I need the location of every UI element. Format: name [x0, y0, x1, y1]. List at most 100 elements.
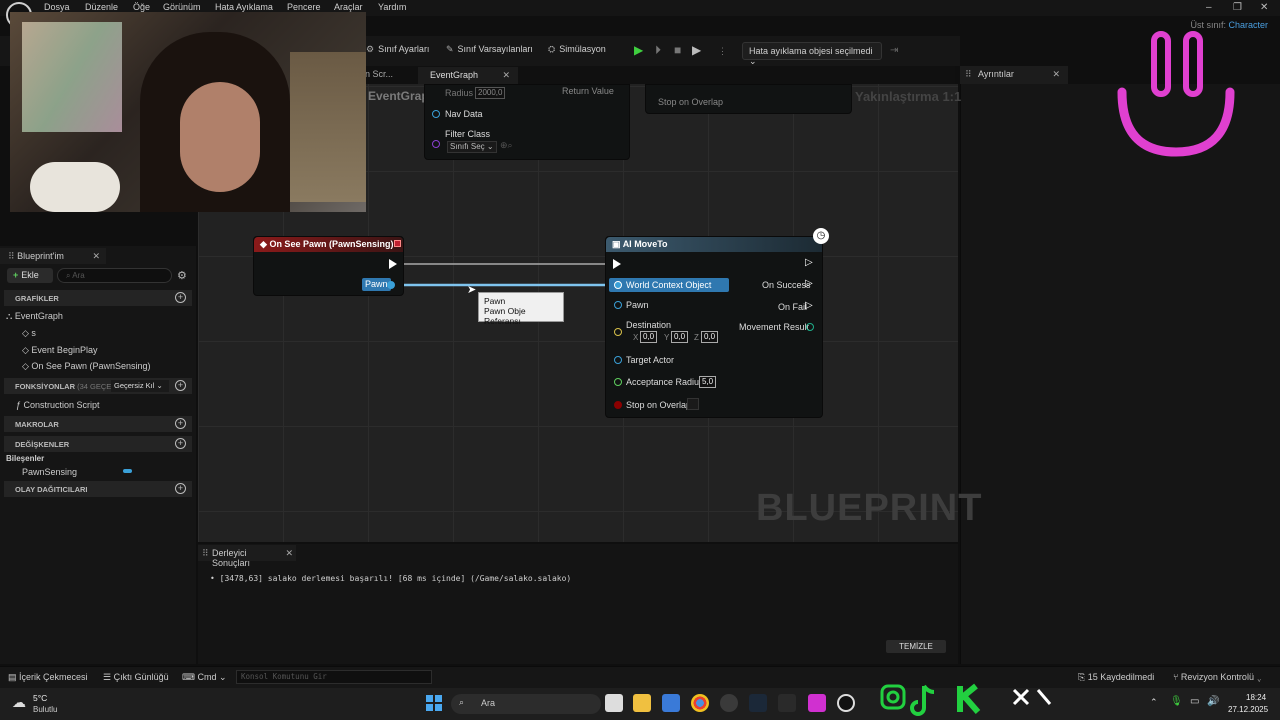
on-fail-label: On Fail — [778, 302, 808, 312]
app-icon[interactable] — [808, 694, 826, 712]
acceptance-radius-label: Acceptance Radius — [626, 377, 704, 387]
clock-time[interactable]: 18:24 — [1246, 693, 1266, 702]
add-function-icon[interactable]: + — [175, 380, 186, 391]
destination-label: Destination — [626, 320, 672, 330]
clear-button[interactable]: TEMİZLE — [886, 640, 946, 653]
content-drawer-button[interactable]: ▤ İçerik Çekmecesi — [8, 672, 88, 683]
unsaved-button[interactable]: ⎘ 15 Kaydedilmedi — [1078, 672, 1154, 683]
revision-control-button[interactable]: ⑂ Revizyon Kontrolü ⌄ — [1173, 672, 1262, 682]
section-variables[interactable]: DEĞİŞKENLER + — [4, 436, 192, 452]
mouse-cursor-icon: ➤ — [467, 284, 477, 296]
latent-clock-icon: ◷ — [813, 228, 829, 244]
compiler-tab-icon: ⠿ — [202, 548, 209, 558]
destination-z-field[interactable]: 0,0 — [701, 331, 719, 343]
on-fail-pin[interactable]: ▷ — [805, 300, 813, 311]
tray-chevron-icon[interactable]: ⌃ — [1150, 697, 1158, 708]
drawer-icon: ▤ — [8, 672, 20, 682]
on-success-pin[interactable]: ▷ — [805, 278, 813, 289]
pawn-input-pin[interactable] — [614, 301, 622, 309]
store-icon[interactable] — [662, 694, 680, 712]
taskbar-search[interactable]: ⌕ Ara — [451, 694, 601, 714]
add-macro-icon[interactable]: + — [175, 418, 186, 429]
acceptance-radius-field[interactable]: 5,0 — [699, 376, 717, 388]
add-variable-icon[interactable]: + — [175, 438, 186, 449]
person-face — [180, 82, 260, 192]
construction-script-label: Construction Script — [23, 400, 100, 410]
tab-my-blueprint-label: Blueprint'im — [17, 251, 64, 261]
add-button[interactable]: + Ekle — [7, 268, 53, 283]
tab-compiler-results[interactable]: ⠿ Derleyici Sonuçları ✕ — [198, 545, 296, 568]
destination-x-field[interactable]: 0,0 — [640, 331, 658, 343]
windows-start-icon[interactable] — [426, 695, 442, 711]
console-input[interactable]: Konsol Komutunu Gir — [236, 670, 432, 684]
weather-cloud-icon[interactable]: ☁ — [12, 694, 26, 711]
event-beginplay-item[interactable]: ◇ Event BeginPlay — [22, 345, 97, 356]
close-my-blueprint-icon[interactable]: ✕ — [92, 251, 100, 262]
acceptance-radius-pin[interactable] — [614, 378, 622, 386]
add-dispatcher-icon[interactable]: + — [175, 483, 186, 494]
log-icon: ☰ — [103, 672, 114, 682]
compiler-results-panel — [198, 544, 958, 664]
destination-y-field[interactable]: 0,0 — [671, 331, 689, 343]
event-dispatchers-header: OLAY DAĞITICILARI — [15, 485, 88, 494]
pawn-output-pin[interactable] — [387, 281, 395, 289]
epic-games-icon[interactable] — [778, 694, 796, 712]
tab-my-blueprint[interactable]: ⠿ Blueprint'im ✕ — [0, 248, 106, 264]
override-function-dropdown[interactable]: Geçersiz Kıl ⌄ — [111, 380, 169, 392]
event-diamond-icon: ◆ — [260, 239, 267, 249]
file-explorer-icon[interactable] — [633, 694, 651, 712]
delegate-pin-icon[interactable] — [394, 240, 401, 247]
obs-icon[interactable] — [720, 694, 738, 712]
eventgraph-item-label: EventGraph — [14, 311, 63, 321]
close-compiler-icon[interactable]: ✕ — [285, 548, 293, 559]
search-icon: ⌕ — [459, 697, 465, 707]
blueprint-search-input[interactable]: ⌕ Ara — [57, 268, 172, 283]
event-icon: ◇ — [22, 328, 32, 338]
section-event-dispatchers[interactable]: OLAY DAĞITICILARI + — [4, 481, 192, 497]
kick-icon — [957, 683, 981, 714]
volume-icon[interactable]: 🔊 — [1207, 696, 1219, 707]
ai-moveto-header: ▣ AI MoveTo — [606, 237, 822, 252]
compiler-message: • [3478,63] salako derlemesi başarılı! [… — [210, 574, 571, 583]
section-graphs[interactable]: GRAFİKLER + — [4, 290, 192, 306]
settings-gear-icon[interactable]: ⚙ — [177, 269, 187, 282]
stop-overlap-pin[interactable] — [614, 401, 622, 409]
add-graph-icon[interactable]: + — [175, 292, 186, 303]
cmd-dropdown[interactable]: ⌨ Cmd ⌄ — [182, 672, 227, 683]
chrome-icon[interactable] — [691, 694, 709, 712]
construction-script-item[interactable]: ƒ Construction Script — [16, 400, 100, 410]
moveto-exec-out-pin[interactable]: ▷ — [805, 257, 813, 268]
taskbar-search-label: Ara — [481, 698, 496, 708]
output-log-button[interactable]: ☰ Çıktı Günlüğü — [103, 672, 169, 683]
world-context-label: World Context Object — [626, 280, 712, 290]
task-view-icon[interactable] — [605, 694, 623, 712]
target-actor-pin[interactable] — [614, 356, 622, 364]
terminal-icon: ⌨ — [182, 672, 198, 682]
world-context-pin[interactable] — [614, 281, 622, 289]
compiler-tab-label: Derleyici Sonuçları — [212, 548, 251, 568]
components-header[interactable]: Bileşenler — [6, 454, 44, 463]
unreal-editor-icon[interactable] — [837, 694, 855, 712]
moveto-exec-in-pin[interactable] — [613, 259, 621, 269]
on-see-pawn-item[interactable]: ◇ On See Pawn (PawnSensing) — [22, 361, 151, 372]
revision-label: Revizyon Kontrolü — [1180, 672, 1254, 682]
on-see-pawn-title: On See Pawn (PawnSensing) — [269, 239, 394, 249]
pawnsensing-item[interactable]: PawnSensing — [22, 467, 77, 477]
functions-header: FONKSİYONLAR — [15, 382, 75, 391]
exec-out-pin[interactable] — [389, 259, 397, 269]
clock-date[interactable]: 27.12.2025 — [1228, 705, 1268, 714]
eventgraph-item[interactable]: ⛬ EventGraph — [6, 311, 63, 322]
section-macros[interactable]: MAKROLAR + — [4, 416, 192, 432]
event-s-item[interactable]: ◇ s — [22, 328, 36, 339]
smiley-right-eye — [1183, 31, 1203, 97]
stop-overlap-checkbox[interactable] — [687, 398, 699, 410]
instagram-lens — [886, 690, 900, 704]
pawn-input-label: Pawn — [626, 300, 649, 310]
microphone-icon[interactable]: 🎙 — [1170, 696, 1183, 707]
destination-pin[interactable] — [614, 328, 622, 336]
blueprint-tab-icon: ⠿ — [8, 251, 18, 261]
steam-icon[interactable] — [749, 694, 767, 712]
network-icon[interactable]: ▭ — [1190, 696, 1199, 707]
movement-result-pin[interactable] — [806, 323, 814, 331]
z-axis-label: Z — [694, 333, 699, 342]
